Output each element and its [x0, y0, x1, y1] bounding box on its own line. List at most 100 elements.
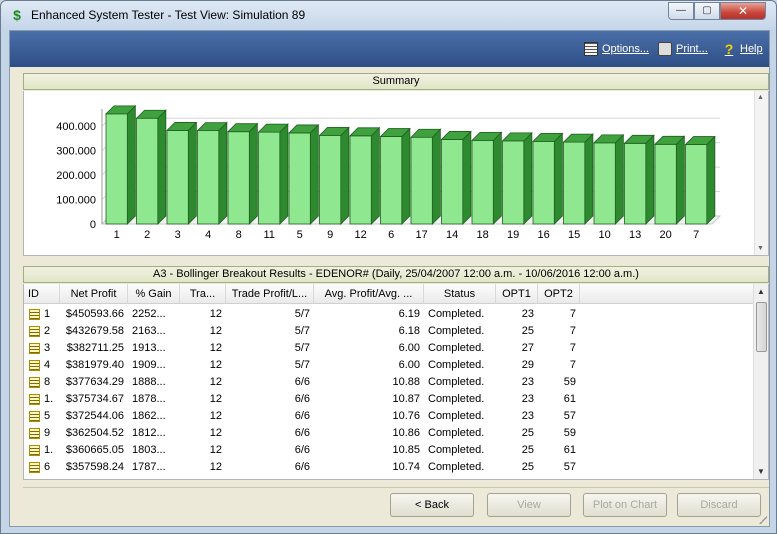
cell-gain: 2163...: [132, 325, 166, 337]
column-header[interactable]: Status: [424, 284, 496, 304]
x-tick-label: 4: [205, 229, 211, 241]
column-header[interactable]: % Gain: [128, 284, 180, 304]
title-bar[interactable]: $ Enhanced System Tester - Test View: Si…: [1, 1, 776, 30]
x-tick-label: 20: [660, 229, 672, 241]
cell-trades: 12: [209, 325, 222, 337]
table-row[interactable]: 1. $360665.05 1803... 12 6/6 10.85 Completed. 2…: [24, 442, 754, 459]
scroll-up-icon[interactable]: ▲: [757, 287, 765, 296]
column-header[interactable]: Net Profit: [60, 284, 128, 304]
x-tick-label: 10: [599, 229, 611, 241]
cell-opt1: 23: [521, 308, 534, 320]
x-tick-label: 14: [446, 229, 458, 241]
cell-opt2: 61: [563, 444, 576, 456]
table-row[interactable]: 9 $362504.52 1812... 12 6/6 10.86 Completed. 25…: [24, 425, 754, 442]
back-button[interactable]: < Back: [390, 493, 474, 517]
printer-icon: [658, 42, 672, 56]
y-tick-label: 100.000: [56, 195, 96, 207]
scroll-down-icon[interactable]: ▼: [757, 467, 765, 476]
discard-button[interactable]: Discard: [677, 493, 761, 517]
bar: [319, 134, 342, 225]
scroll-up-icon[interactable]: ▲: [757, 94, 764, 101]
bar: [471, 140, 494, 225]
cell-id: 2: [44, 325, 51, 337]
cell-opt1: 25: [521, 325, 534, 337]
bar-side: [401, 127, 411, 225]
cell-id: 1.: [44, 444, 54, 456]
table-row[interactable]: 2 $432679.58 2163... 12 5/7 6.18 Completed. 25 7: [24, 323, 754, 340]
table-row[interactable]: 4 $381979.40 1909... 12 5/7 6.00 Completed. 29 7: [24, 357, 754, 374]
cell-id: 1: [44, 308, 51, 320]
cell-opt2: 57: [563, 410, 576, 422]
cell-opt1: 29: [521, 359, 534, 371]
cell-trades: 12: [209, 461, 222, 473]
cell-opt1: 27: [521, 342, 534, 354]
resize-grip[interactable]: [757, 514, 767, 524]
options-menu-item[interactable]: Options...: [584, 40, 649, 58]
close-button[interactable]: ✕: [720, 2, 766, 20]
cell-opt2: 7: [569, 359, 576, 371]
result-row-icon: [29, 377, 40, 388]
maximize-button[interactable]: ▢: [694, 2, 720, 20]
table-row[interactable]: 5 $372544.06 1862... 12 6/6 10.76 Completed. 23…: [24, 408, 754, 425]
cell-trades: 12: [209, 393, 222, 405]
cell-gain: 1888...: [132, 376, 166, 388]
x-tick-label: 8: [236, 229, 242, 241]
cell-opt1: 23: [521, 376, 534, 388]
table-row[interactable]: 8 $377634.29 1888... 12 6/6 10.88 Completed. 23…: [24, 374, 754, 391]
table-row[interactable]: 1 $450593.66 2252... 12 5/7 6.19 Completed. 23 7: [24, 306, 754, 323]
help-question-icon: ?: [724, 41, 734, 57]
cell-avg: 6.19: [398, 308, 420, 320]
help-menu-item[interactable]: ? Help: [722, 40, 763, 58]
column-header[interactable]: OPT2: [538, 284, 580, 304]
cell-tpl: 6/6: [294, 444, 310, 456]
table-row[interactable]: 3 $382711.25 1913... 12 5/7 6.00 Completed. 27 7: [24, 340, 754, 357]
chart-scrollbar[interactable]: ▲ ▼: [754, 91, 768, 255]
cell-status: Completed.: [428, 461, 485, 473]
bar: [197, 130, 220, 225]
column-header[interactable]: Avg. Profit/Avg. ...: [314, 284, 424, 304]
results-scrollbar[interactable]: ▲ ▼: [753, 284, 768, 479]
cell-net: $372544.06: [65, 410, 124, 422]
minimize-button[interactable]: —: [668, 2, 694, 20]
scroll-down-icon[interactable]: ▼: [757, 245, 764, 252]
print-menu-item[interactable]: Print...: [658, 40, 708, 58]
cell-gain: 2252...: [132, 308, 166, 320]
table-row[interactable]: 6 $357598.24 1787... 12 6/6 10.74 Completed. 25…: [24, 459, 754, 476]
column-header[interactable]: Trade Profit/L...: [226, 284, 314, 304]
bar: [685, 144, 708, 225]
cell-gain: 1812...: [132, 427, 166, 439]
cell-net: $432679.58: [65, 325, 124, 337]
results-header: A3 - Bollinger Breakout Results - EDENOR…: [23, 266, 769, 283]
cell-opt1: 25: [521, 427, 534, 439]
cell-gain: 1913...: [132, 342, 166, 354]
bar-side: [492, 131, 502, 225]
scrollbar-thumb[interactable]: [756, 302, 767, 352]
cell-status: Completed.: [428, 444, 485, 456]
bar: [227, 131, 250, 225]
cell-net: $375734.67: [65, 393, 124, 405]
x-tick-label: 11: [263, 229, 274, 241]
result-row-icon: [29, 394, 40, 405]
plot-on-chart-button[interactable]: Plot on Chart: [583, 493, 667, 517]
column-header[interactable]: Tra...: [180, 284, 226, 304]
x-tick-label: 15: [568, 229, 580, 241]
view-button[interactable]: View: [487, 493, 571, 517]
cell-trades: 12: [209, 342, 222, 354]
bar-side: [248, 122, 258, 225]
cell-id: 4: [44, 359, 51, 371]
bar: [349, 135, 372, 225]
cell-trades: 12: [209, 427, 222, 439]
cell-trades: 12: [209, 444, 222, 456]
cell-opt1: 25: [521, 461, 534, 473]
y-tick-label: 400.000: [56, 121, 96, 133]
cell-net: $381979.40: [65, 359, 124, 371]
bar: [380, 136, 403, 225]
cell-tpl: 5/7: [294, 308, 310, 320]
cell-avg: 10.86: [392, 427, 420, 439]
x-tick-label: 17: [416, 229, 428, 241]
table-row[interactable]: 1. $375734.67 1878... 12 6/6 10.87 Completed. 2…: [24, 391, 754, 408]
cell-opt1: 25: [521, 444, 534, 456]
toolbar: Options... Print... ? Help: [10, 31, 769, 67]
column-header[interactable]: OPT1: [496, 284, 538, 304]
column-header[interactable]: ID: [24, 284, 60, 304]
